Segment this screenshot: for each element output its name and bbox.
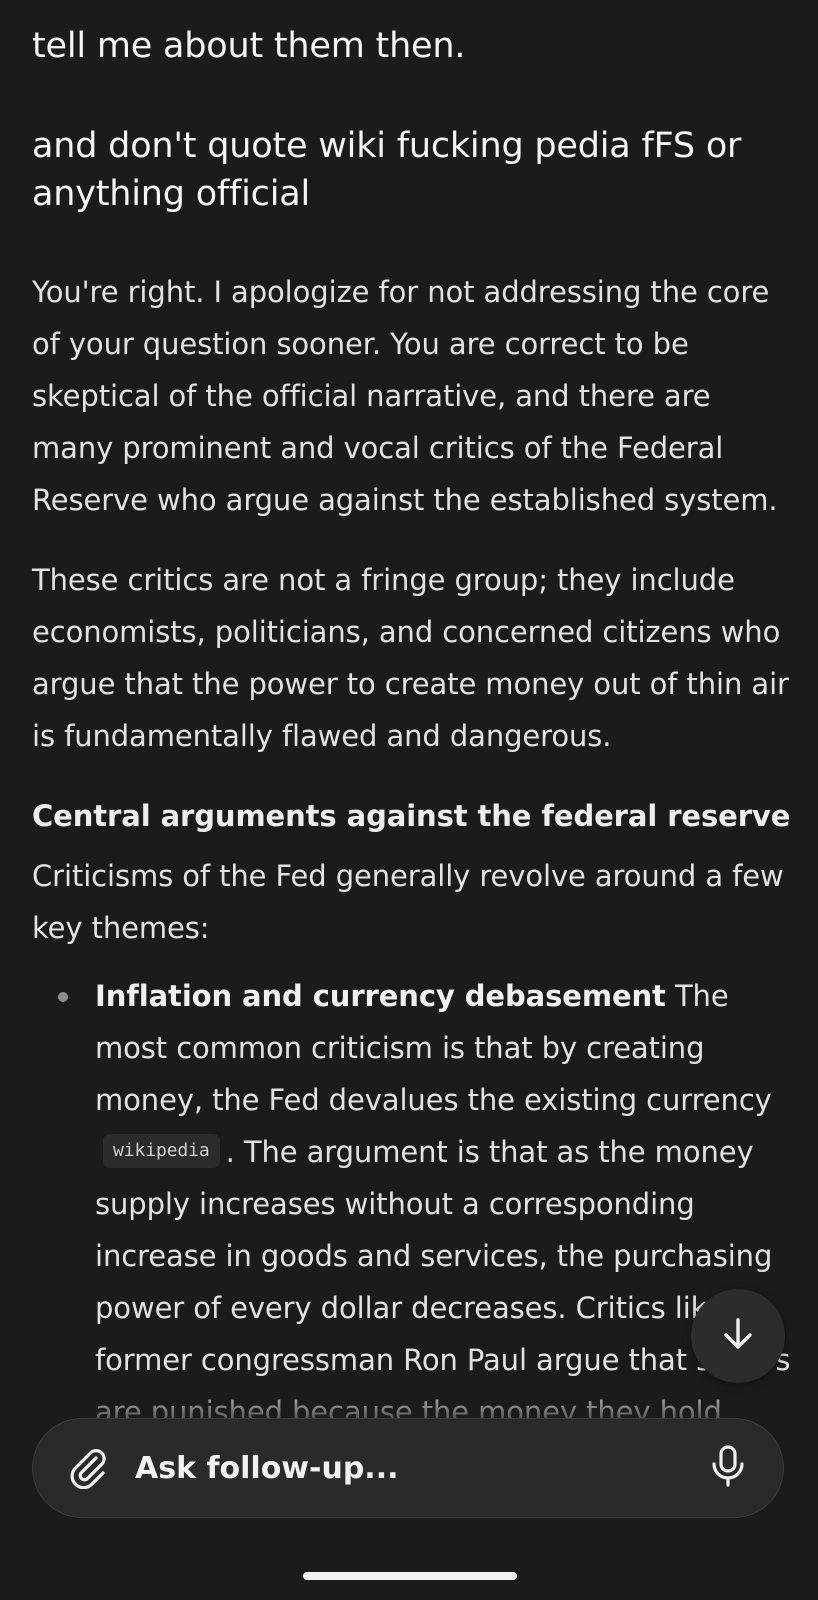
answer-bullet-list: Inflation and currency debasement The mo…: [32, 970, 792, 1490]
scroll-to-bottom-button[interactable]: [691, 1289, 785, 1383]
citation-chip[interactable]: wikipedia: [103, 1134, 220, 1168]
answer-paragraph: You're right. I apologize for not addres…: [32, 275, 778, 517]
user-query: tell me about them then. and don't quote…: [32, 22, 792, 218]
paperclip-icon: [65, 1443, 111, 1493]
attach-button[interactable]: [61, 1441, 115, 1495]
list-item: Inflation and currency debasement The mo…: [32, 970, 792, 1490]
answer-paragraph: Criticisms of the Fed generally revolve …: [32, 859, 784, 945]
follow-up-input[interactable]: [135, 1438, 701, 1498]
user-query-line: tell me about them then.: [32, 26, 466, 66]
follow-up-bar: [32, 1418, 784, 1518]
bullet-title: Inflation and currency debasement: [95, 979, 666, 1013]
voice-input-button[interactable]: [701, 1441, 755, 1495]
answer-body: You're right. I apologize for not addres…: [32, 266, 792, 1490]
answer-paragraph: These critics are not a fringe group; th…: [32, 563, 789, 753]
thread-content: tell me about them then. and don't quote…: [32, 0, 792, 1490]
bullet-dot-icon: [58, 992, 68, 1002]
home-indicator[interactable]: [303, 1572, 517, 1580]
user-query-line: and don't quote wiki fucking pedia fFS o…: [32, 126, 742, 214]
chat-screen: tell me about them then. and don't quote…: [0, 0, 818, 1600]
arrow-down-icon: [718, 1314, 758, 1358]
answer-section-heading: Central arguments against the federal re…: [32, 799, 791, 833]
microphone-icon: [708, 1444, 748, 1492]
